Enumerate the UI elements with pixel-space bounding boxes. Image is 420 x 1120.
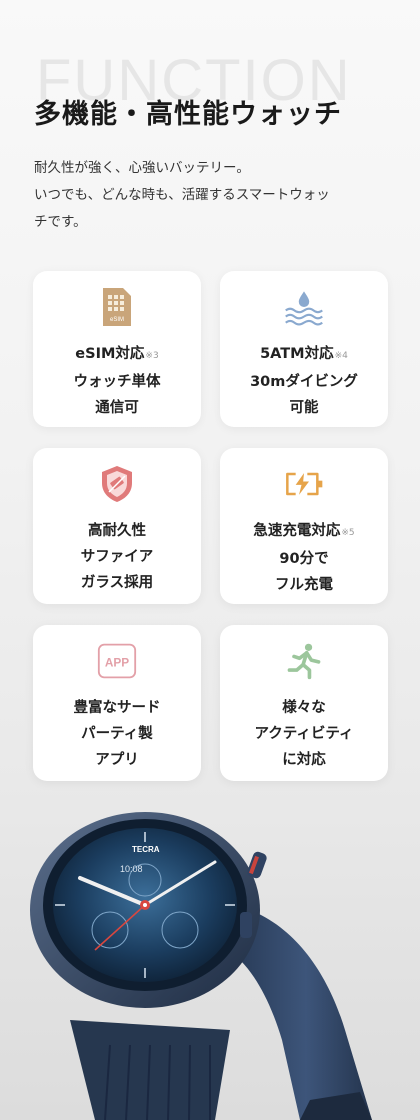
card-line: アクティビティ	[254, 726, 354, 742]
battery-icon	[284, 464, 324, 504]
watch-image: TECRA 10:08	[30, 812, 372, 1120]
card-line: 通信可	[95, 400, 139, 416]
watch-time: 10:08	[120, 864, 143, 874]
card-line: 高耐久性	[88, 523, 146, 539]
app-icon: APP	[97, 641, 137, 681]
feature-card-apps: APP 豊富なサード パーティ製 アプリ	[33, 625, 201, 781]
feature-card-water: 5ATM対応※4 30mダイビング 可能	[220, 271, 388, 427]
page-title: 多機能・高性能ウォッチ	[34, 99, 342, 130]
card-line: 90分で	[279, 551, 329, 567]
card-line: ウォッチ単体	[73, 374, 161, 390]
feature-card-sapphire: 高耐久性 サファイア ガラス採用	[33, 448, 201, 604]
card-line: 様々な	[282, 700, 326, 716]
card-note: ※4	[334, 351, 348, 361]
feature-card-activity: 様々な アクティビティ に対応	[220, 625, 388, 781]
lead-line: チです。	[34, 214, 87, 230]
card-line: ガラス採用	[80, 575, 154, 591]
card-line: 豊富なサード	[73, 700, 161, 716]
card-line: サファイア	[80, 549, 154, 565]
card-note: ※3	[145, 351, 159, 361]
shield-icon	[97, 464, 137, 504]
lead-text: 耐久性が強く、心強いバッテリー。 いつでも、どんな時も、活躍するスマートウォッ …	[34, 155, 394, 236]
lead-line: 耐久性が強く、心強いバッテリー。	[34, 160, 250, 176]
card-line: パーティ製	[81, 726, 153, 742]
esim-icon-label: eSIM	[110, 317, 124, 323]
card-line: 5ATM対応	[260, 346, 334, 362]
card-line: 30mダイビング	[250, 374, 358, 390]
esim-icon: eSIM	[97, 287, 137, 327]
feature-card-charge: 急速充電対応※5 90分で フル充電	[220, 448, 388, 604]
card-line: 可能	[289, 400, 319, 416]
feature-card-esim: eSIM eSIM対応※3 ウォッチ単体 通信可	[33, 271, 201, 427]
card-line: に対応	[282, 752, 326, 768]
card-line: アプリ	[95, 752, 139, 768]
lead-line: いつでも、どんな時も、活躍するスマートウォッ	[34, 187, 330, 203]
water-icon	[284, 287, 324, 327]
card-line: 急速充電対応	[253, 523, 341, 539]
app-icon-label: APP	[105, 655, 129, 669]
running-icon	[284, 641, 324, 681]
card-line: eSIM対応	[75, 346, 145, 362]
card-line: フル充電	[275, 577, 333, 593]
watch-brand: TECRA	[132, 845, 160, 854]
card-note: ※5	[341, 528, 355, 538]
